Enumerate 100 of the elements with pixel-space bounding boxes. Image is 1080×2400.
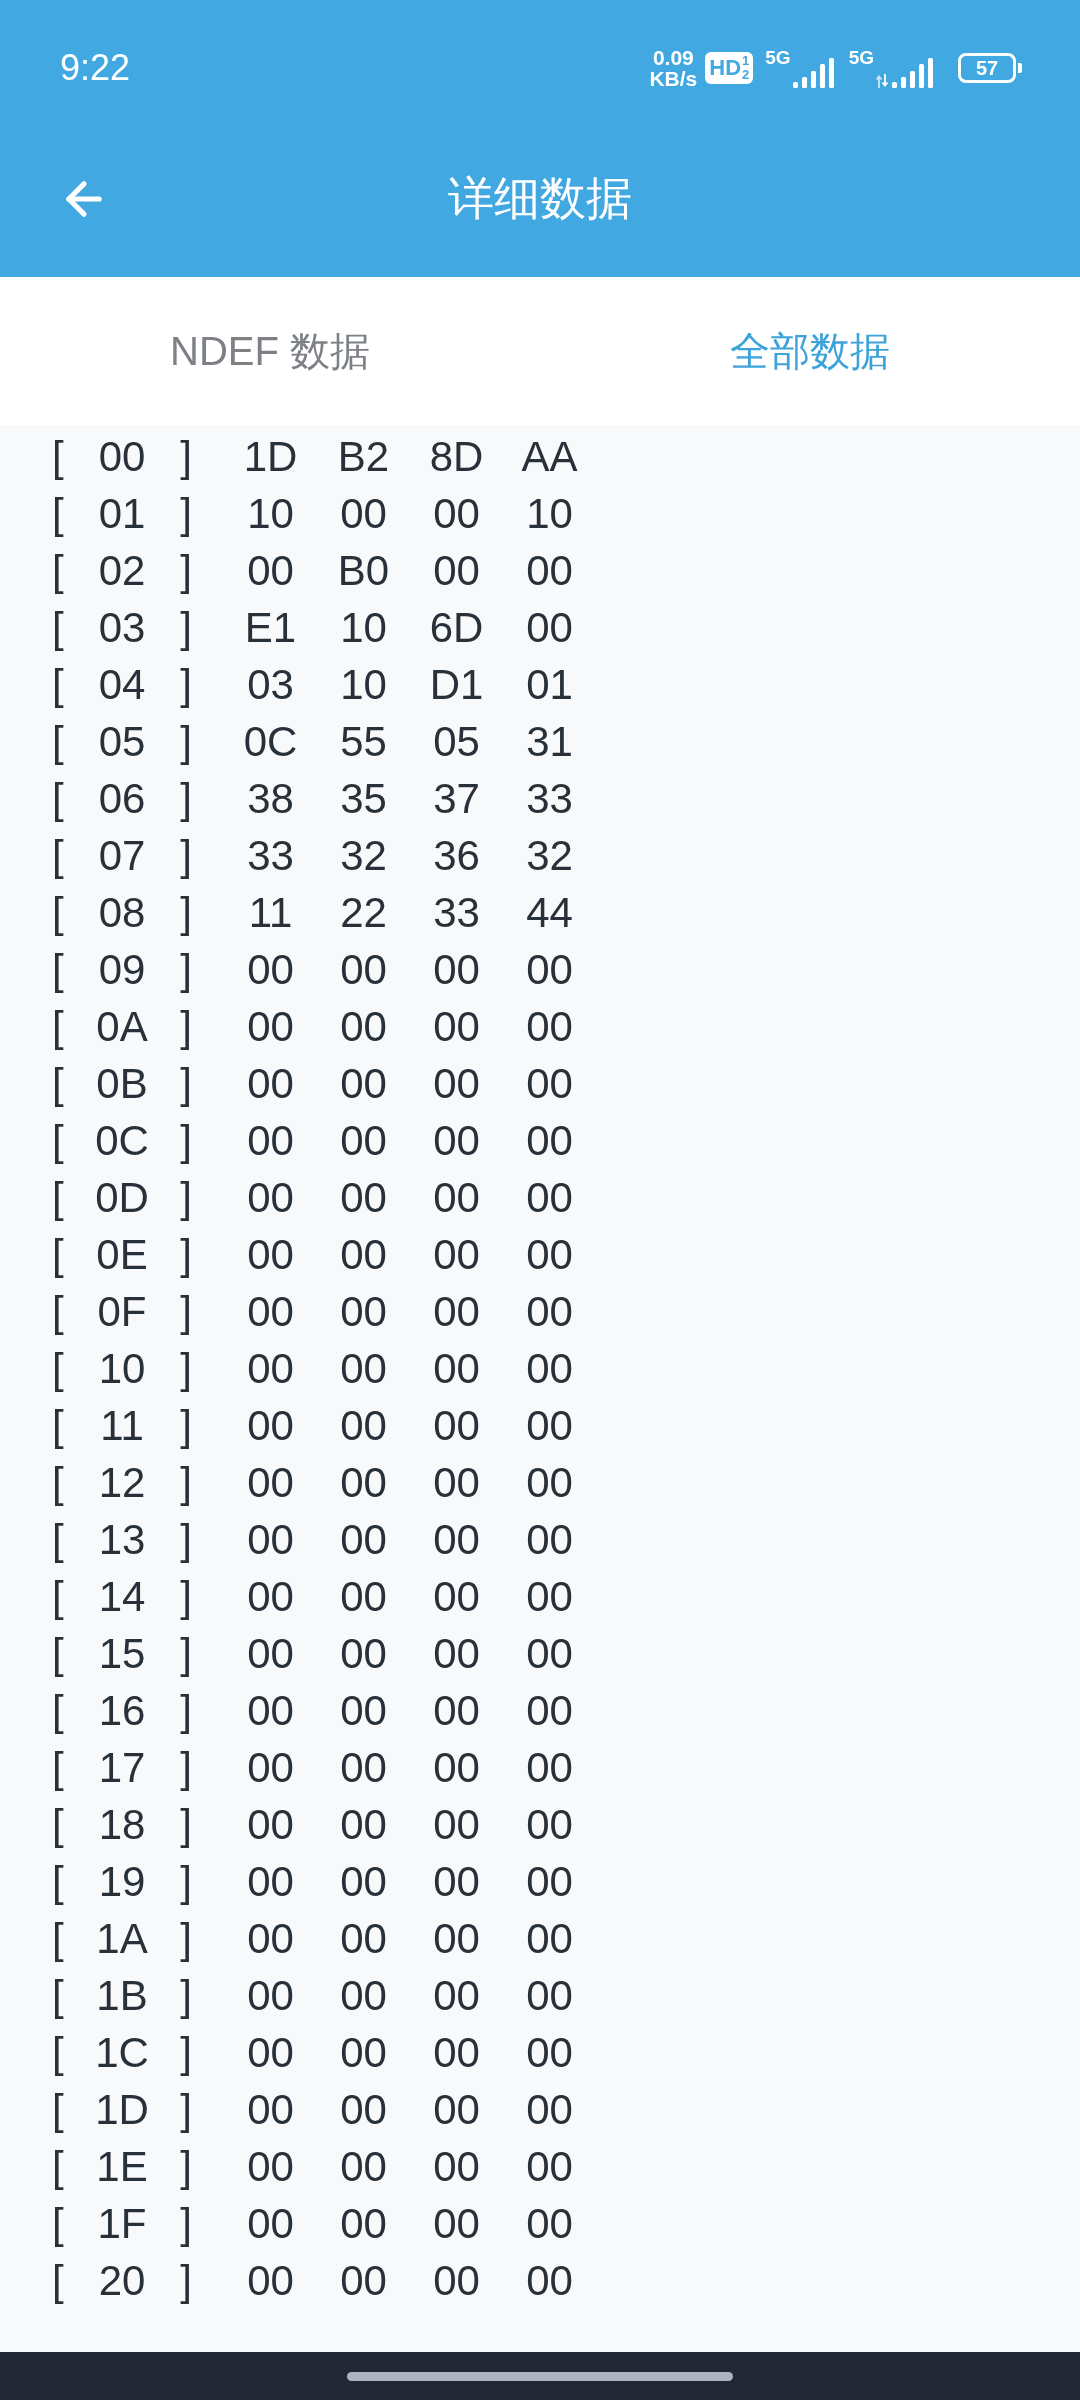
- byte-value: 00: [433, 1005, 480, 1048]
- byte-value: 00: [526, 1347, 573, 1390]
- byte-value: 00: [247, 1632, 294, 1675]
- byte-value: 00: [433, 1974, 480, 2017]
- byte-value: 00: [247, 1803, 294, 1846]
- byte-value: 00: [433, 1176, 480, 1219]
- byte-value: 00: [340, 492, 387, 535]
- byte-value: 00: [247, 1974, 294, 2017]
- status-time: 9:22: [60, 46, 131, 90]
- byte-value: 10: [526, 492, 573, 535]
- byte-value: 03: [247, 663, 294, 706]
- byte-value: 32: [526, 834, 573, 877]
- close-bracket: ]: [180, 1461, 192, 1504]
- byte-value: 0C: [243, 720, 298, 763]
- byte-value: 32: [340, 834, 387, 877]
- address-label: 11: [100, 1404, 144, 1447]
- byte-value: 00: [340, 1689, 387, 1732]
- byte-value: 00: [433, 1689, 480, 1732]
- open-bracket: [: [52, 1461, 64, 1504]
- open-bracket: [: [52, 492, 64, 535]
- byte-value: 00: [526, 1689, 573, 1732]
- tab[interactable]: NDEF 数据: [166, 321, 374, 381]
- byte-value: 00: [526, 1917, 573, 1960]
- address-label: 09: [98, 948, 146, 991]
- byte-value: 44: [526, 891, 573, 934]
- byte-value: 00: [340, 948, 387, 991]
- open-bracket: [: [52, 1290, 64, 1333]
- byte-value: 00: [340, 1404, 387, 1447]
- byte-value: 00: [433, 1062, 480, 1105]
- close-bracket: ]: [180, 1974, 192, 2017]
- open-bracket: [: [52, 948, 64, 991]
- byte-value: 00: [526, 1233, 573, 1276]
- byte-value: 00: [433, 948, 480, 991]
- byte-value: 00: [247, 1518, 294, 1561]
- byte-value: 00: [526, 606, 573, 649]
- byte-value: 00: [340, 1176, 387, 1219]
- byte-value: 00: [247, 1233, 294, 1276]
- address-label: 13: [98, 1518, 146, 1561]
- byte-value: 00: [247, 2031, 294, 2074]
- address-label: 03: [98, 606, 146, 649]
- byte-value: 00: [433, 492, 480, 535]
- address-label: 0B: [96, 1062, 148, 1105]
- address-label: 14: [98, 1575, 146, 1618]
- byte-value: 00: [433, 2145, 480, 2188]
- byte-value: 00: [433, 1290, 480, 1333]
- byte-value: D1: [429, 663, 484, 706]
- open-bracket: [: [52, 1860, 64, 1903]
- close-bracket: ]: [180, 1347, 192, 1390]
- address-label: 1D: [95, 2088, 149, 2131]
- byte-value: 00: [433, 2259, 480, 2302]
- address-label: 1C: [95, 2031, 149, 2074]
- byte-value: 00: [433, 1803, 480, 1846]
- address-label: 1F: [97, 2202, 147, 2245]
- byte-value: 00: [433, 1746, 480, 1789]
- byte-value: 00: [526, 2202, 573, 2245]
- byte-value: 00: [247, 1119, 294, 1162]
- close-bracket: ]: [180, 1689, 192, 1732]
- byte-value: 00: [526, 948, 573, 991]
- byte-value: 00: [340, 2145, 387, 2188]
- open-bracket: [: [52, 1233, 64, 1276]
- close-bracket: ]: [180, 2031, 192, 2074]
- close-bracket: ]: [180, 891, 192, 934]
- byte-value: 00: [340, 1632, 387, 1675]
- address-label: 0D: [95, 1176, 149, 1219]
- close-bracket: ]: [180, 1062, 192, 1105]
- close-bracket: ]: [180, 720, 192, 763]
- open-bracket: [: [52, 1176, 64, 1219]
- close-bracket: ]: [180, 663, 192, 706]
- address-label: 0C: [95, 1119, 149, 1162]
- byte-value: 00: [526, 2145, 573, 2188]
- byte-value: 00: [526, 1290, 573, 1333]
- byte-value: 00: [247, 948, 294, 991]
- open-bracket: [: [52, 1119, 64, 1162]
- byte-value: 00: [340, 1860, 387, 1903]
- byte-value: 00: [340, 1518, 387, 1561]
- open-bracket: [: [52, 1689, 64, 1732]
- byte-value: 00: [340, 1005, 387, 1048]
- byte-value: 10: [340, 606, 387, 649]
- close-bracket: ]: [180, 2202, 192, 2245]
- byte-value: 00: [340, 1119, 387, 1162]
- byte-value: 00: [247, 1347, 294, 1390]
- open-bracket: [: [52, 891, 64, 934]
- close-bracket: ]: [180, 1632, 192, 1675]
- address-label: 05: [98, 720, 146, 763]
- tab[interactable]: 全部数据: [726, 321, 894, 381]
- close-bracket: ]: [180, 834, 192, 877]
- byte-value: 00: [433, 1461, 480, 1504]
- close-bracket: ]: [180, 1119, 192, 1162]
- open-bracket: [: [52, 777, 64, 820]
- byte-value: 00: [247, 1005, 294, 1048]
- address-label: 1A: [96, 1917, 148, 1960]
- byte-value: E1: [244, 606, 297, 649]
- byte-value: 00: [526, 1803, 573, 1846]
- byte-value: 00: [247, 1062, 294, 1105]
- byte-value: 00: [340, 1974, 387, 2017]
- byte-value: 00: [526, 1575, 573, 1618]
- home-indicator[interactable]: [347, 2371, 733, 2381]
- byte-value: 00: [526, 1974, 573, 2017]
- open-bracket: [: [52, 1347, 64, 1390]
- byte-value: 00: [247, 1290, 294, 1333]
